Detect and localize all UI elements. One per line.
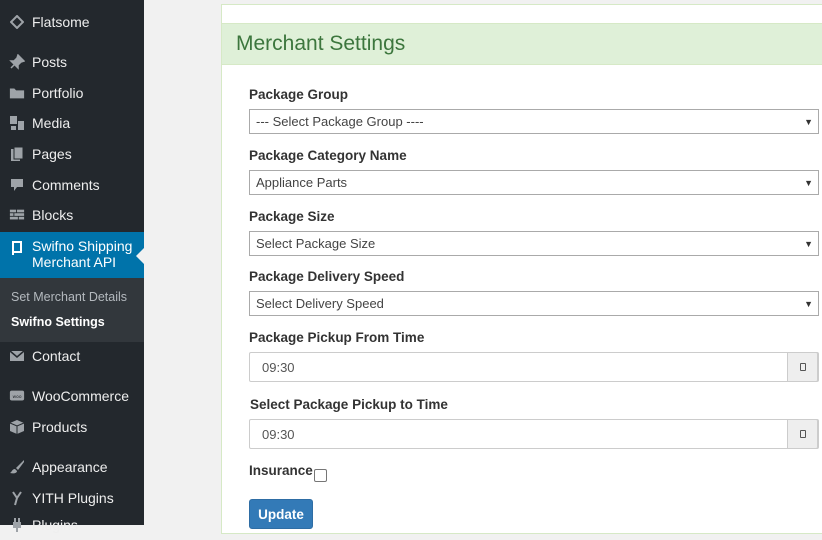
panel-heading: Merchant Settings	[222, 23, 822, 65]
sidebar-item-label: Products	[32, 419, 88, 435]
flatsome-diamond-icon	[9, 14, 25, 30]
yith-icon	[9, 490, 25, 506]
delivery-speed-select[interactable]: Select Delivery Speed ▼	[249, 291, 819, 316]
pickup-to-label: Select Package Pickup to Time	[250, 397, 448, 412]
pin-icon	[9, 54, 25, 70]
sidebar-item-pages[interactable]: Pages	[0, 139, 144, 169]
woo-icon: woo	[9, 388, 25, 404]
delivery-speed-value: Select Delivery Speed	[256, 296, 384, 311]
chevron-down-icon: ▼	[804, 178, 813, 188]
pickup-from-label: Package Pickup From Time	[249, 330, 425, 345]
sidebar-item-label: Comments	[32, 177, 100, 193]
sidebar-item-label: Swifno Shipping Merchant API	[32, 238, 133, 270]
package-category-select[interactable]: Appliance Parts ▼	[249, 170, 819, 195]
insurance-checkbox[interactable]	[314, 469, 327, 482]
admin-sidebar: Flatsome Posts Portfolio Media Pages Com…	[0, 0, 144, 533]
sidebar-item-woocommerce[interactable]: woo WooCommerce	[0, 381, 144, 411]
mail-icon	[9, 348, 25, 364]
package-category-label: Package Category Name	[249, 148, 407, 163]
pickup-from-time-input[interactable]: 09:30	[249, 352, 819, 382]
sidebar-item-products[interactable]: Products	[0, 412, 144, 442]
sidebar-item-label: Pages	[32, 146, 72, 162]
sidebar-item-swifno-shipping[interactable]: Swifno Shipping Merchant API	[0, 232, 144, 278]
sidebar-item-media[interactable]: Media	[0, 108, 144, 138]
insurance-label: Insurance	[249, 463, 313, 478]
package-category-value: Appliance Parts	[256, 175, 348, 190]
sidebar-item-label: Media	[32, 115, 71, 131]
sidebar-item-label: Contact	[32, 348, 81, 364]
sidebar-item-portfolio[interactable]: Portfolio	[0, 78, 144, 108]
svg-text:woo: woo	[12, 395, 21, 400]
sidebar-item-label: Blocks	[32, 207, 74, 223]
package-size-label: Package Size	[249, 209, 335, 224]
package-group-select[interactable]: --- Select Package Group ---- ▼	[249, 109, 819, 134]
sidebar-item-posts[interactable]: Posts	[0, 47, 144, 77]
sidebar-item-label: Portfolio	[32, 85, 84, 101]
sidebar-item-label: YITH Plugins	[32, 490, 114, 506]
pickup-from-value: 09:30	[262, 360, 295, 375]
submenu: Set Merchant Details Swifno Settings	[0, 278, 144, 342]
delivery-speed-label: Package Delivery Speed	[249, 269, 405, 284]
package-group-label: Package Group	[249, 87, 349, 102]
page-title: Merchant Settings	[236, 32, 406, 55]
comment-icon	[9, 177, 25, 193]
chevron-down-icon: ▼	[804, 117, 813, 127]
sidebar-item-contact[interactable]: Contact	[0, 341, 144, 371]
sidebar-item-label: Posts	[32, 54, 68, 70]
chevron-down-icon: ▼	[804, 299, 813, 309]
submenu-item-swifno-settings[interactable]: Swifno Settings	[11, 315, 105, 329]
sidebar-item-label: Appearance	[32, 459, 108, 475]
sidebar-item-label: Plugins	[32, 517, 78, 533]
media-icon	[9, 115, 25, 131]
submenu-item-set-merchant-details[interactable]: Set Merchant Details	[11, 290, 127, 304]
clock-icon[interactable]	[787, 352, 818, 382]
sidebar-item-label: Flatsome	[32, 14, 90, 30]
package-size-value: Select Package Size	[256, 236, 376, 251]
chevron-down-icon: ▼	[804, 239, 813, 249]
pickup-to-time-input[interactable]: 09:30	[249, 419, 819, 449]
sidebar-item-blocks[interactable]: Blocks	[0, 200, 144, 230]
sidebar-item-comments[interactable]: Comments	[0, 170, 144, 200]
settings-panel: Merchant Settings Package Group --- Sele…	[221, 4, 822, 534]
folder-icon	[9, 85, 25, 101]
main-content: Merchant Settings Package Group --- Sele…	[144, 0, 822, 534]
blocks-icon	[9, 207, 25, 223]
pickup-to-value: 09:30	[262, 427, 295, 442]
sidebar-item-appearance[interactable]: Appearance	[0, 452, 144, 482]
brush-icon	[9, 459, 25, 475]
sidebar-item-yith-plugins[interactable]: YITH Plugins	[0, 483, 144, 513]
package-size-select[interactable]: Select Package Size ▼	[249, 231, 819, 256]
clock-icon[interactable]	[787, 419, 818, 449]
pages-icon	[9, 146, 25, 162]
book-icon	[9, 240, 25, 256]
sidebar-item-label: WooCommerce	[32, 388, 129, 404]
cube-icon	[9, 419, 25, 435]
sidebar-item-flatsome[interactable]: Flatsome	[0, 7, 144, 37]
plug-icon	[9, 517, 25, 533]
package-group-value: --- Select Package Group ----	[256, 114, 424, 129]
sidebar-item-plugins[interactable]: Plugins	[0, 510, 144, 540]
